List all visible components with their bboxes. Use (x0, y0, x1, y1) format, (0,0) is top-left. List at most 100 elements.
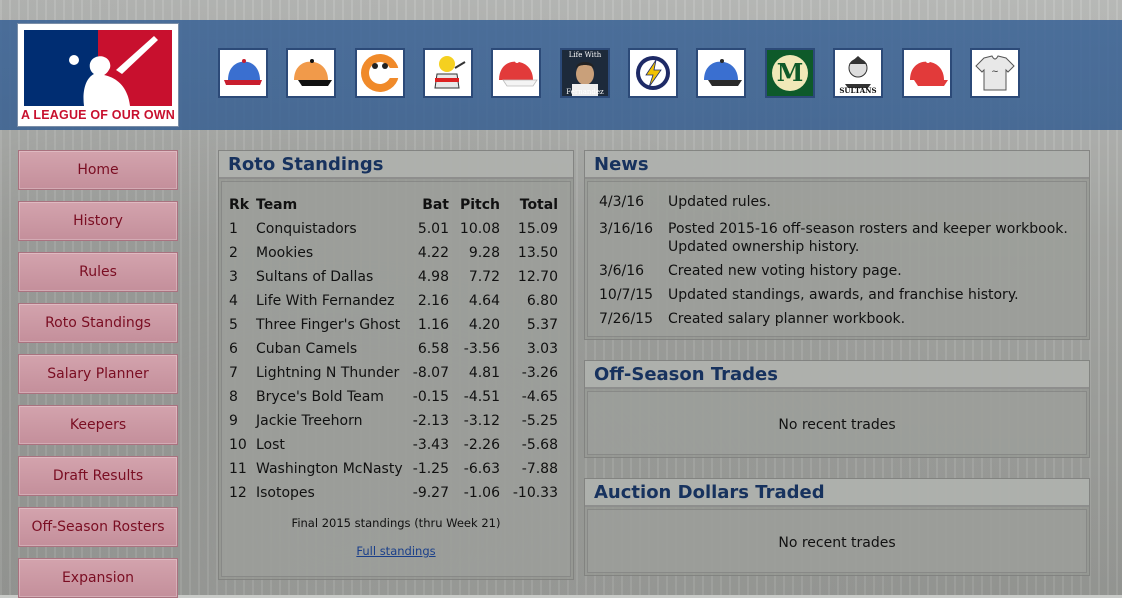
table-row: 8 Bryce's Bold Team -0.15 -4.51 -4.65 (229, 385, 558, 409)
off-season-trades-panel: Off-Season Trades No recent trades (584, 360, 1090, 458)
cell-rk: 10 (229, 437, 247, 453)
cell-total: 15.09 (517, 221, 558, 237)
batter-silhouette-icon (24, 30, 172, 106)
standings-header-row: Rk Team Bat Pitch Total (229, 193, 558, 217)
cell-total: 5.37 (526, 317, 558, 333)
sidebar-item-salary-planner[interactable]: Salary Planner (18, 354, 178, 394)
league-logo[interactable]: A LEAGUE OF OUR OWN (17, 23, 179, 127)
life-with-fernandez-photo[interactable]: Life With Fernandez (560, 48, 610, 98)
logo-text: A LEAGUE OF OUR OWN (20, 108, 176, 122)
cell-pitch: -4.51 (463, 389, 500, 405)
off-season-trades-title: Off-Season Trades (585, 361, 1089, 389)
photo-caption-bottom: Fernandez (566, 88, 604, 96)
table-row: 6 Cuban Camels 6.58 -3.56 3.03 (229, 337, 558, 361)
cell-pitch: -1.06 (463, 485, 500, 501)
cell-bat: -0.15 (412, 389, 449, 405)
cell-total: -7.88 (521, 461, 558, 477)
lightning-logo-icon[interactable] (628, 48, 678, 98)
cell-team: Washington McNasty (256, 461, 403, 477)
red-cap-icon[interactable] (902, 48, 952, 98)
cell-bat: 4.22 (417, 245, 449, 261)
cell-bat: 4.98 (417, 269, 449, 285)
full-standings-link[interactable]: Full standings (219, 544, 573, 558)
auction-dollars-panel: Auction Dollars Traded No recent trades (584, 478, 1090, 576)
list-item: 3/6/16 Created new voting history page. (599, 256, 1078, 280)
cell-total: 3.03 (526, 341, 558, 357)
col-header-bat: Bat (422, 197, 449, 213)
col-header-pitch: Pitch (459, 197, 500, 213)
cell-rk: 8 (229, 389, 238, 405)
sultans-logo-icon[interactable]: SULTANS (833, 48, 883, 98)
sidebar-item-draft-results[interactable]: Draft Results (18, 456, 178, 496)
cell-rk: 2 (229, 245, 238, 261)
cell-rk: 4 (229, 293, 238, 309)
table-row: 10 Lost -3.43 -2.26 -5.68 (229, 433, 558, 457)
cell-bat: -9.27 (412, 485, 449, 501)
red-cap-icon[interactable] (491, 48, 541, 98)
cell-pitch: -6.63 (463, 461, 500, 477)
cell-total: -3.26 (521, 365, 558, 381)
list-item: 3/16/16 Posted 2015-16 off-season rosters… (599, 217, 1078, 256)
table-row: 9 Jackie Treehorn -2.13 -3.12 -5.25 (229, 409, 558, 433)
photo-caption-top: Life With (568, 51, 602, 59)
table-row: 2 Mookies 4.22 9.28 13.50 (229, 241, 558, 265)
cell-bat: 6.58 (417, 341, 449, 357)
sidebar-item-history[interactable]: History (18, 201, 178, 241)
cell-team: Jackie Treehorn (256, 413, 363, 429)
cell-team: Three Finger's Ghost (256, 317, 401, 333)
cartoon-mascot-icon[interactable] (423, 48, 473, 98)
orange-cap-icon[interactable] (286, 48, 336, 98)
sidebar-item-expansion[interactable]: Expansion (18, 558, 178, 598)
cell-team: Life With Fernandez (256, 293, 395, 309)
cell-team: Lightning N Thunder (256, 365, 400, 381)
cell-rk: 5 (229, 317, 238, 333)
sidebar-item-off-season-rosters[interactable]: Off-Season Rosters (18, 507, 178, 547)
sidebar-item-rules[interactable]: Rules (18, 252, 178, 292)
standings-panel: Roto Standings Rk Team Bat Pitch Total 1… (218, 150, 574, 580)
cell-pitch: 10.08 (459, 221, 500, 237)
cell-pitch: -3.12 (463, 413, 500, 429)
cell-total: 12.70 (517, 269, 558, 285)
standings-footnote: Final 2015 standings (thru Week 21) (291, 516, 501, 530)
cell-pitch: 7.72 (468, 269, 500, 285)
cell-rk: 6 (229, 341, 238, 357)
svg-text:~: ~ (991, 67, 999, 77)
svg-text:M: M (777, 58, 804, 87)
cell-total: -5.25 (521, 413, 558, 429)
news-date: 7/26/15 (599, 311, 653, 327)
cell-bat: 1.16 (417, 317, 449, 333)
news-text: Created new voting history page. (668, 263, 902, 279)
news-panel: News 4/3/16 Updated rules. 3/16/16 Posted … (584, 150, 1090, 340)
table-row: 12 Isotopes -9.27 -1.06 -10.33 (229, 481, 558, 505)
cell-total: 6.80 (526, 293, 558, 309)
cell-total: -4.65 (521, 389, 558, 405)
sidebar-item-roto-standings[interactable]: Roto Standings (18, 303, 178, 343)
news-text: Updated rules. (668, 194, 771, 210)
standings-table: Rk Team Bat Pitch Total 1 Conquistadors 5.… (229, 193, 558, 505)
table-row: 5 Three Finger's Ghost 1.16 4.20 5.37 (229, 313, 558, 337)
camel-logo-icon[interactable] (355, 48, 405, 98)
blue-cap-icon[interactable] (218, 48, 268, 98)
auction-dollars-title: Auction Dollars Traded (585, 479, 1089, 507)
sidebar-item-keepers[interactable]: Keepers (18, 405, 178, 445)
cell-rk: 11 (229, 461, 247, 477)
col-header-rk: Rk (229, 197, 250, 213)
cell-team: Cuban Camels (256, 341, 358, 357)
cell-bat: -3.43 (412, 437, 449, 453)
col-header-total: Total (519, 197, 558, 213)
list-item: 7/26/15 Created salary planner workbook. (599, 304, 1078, 328)
cell-team: Mookies (256, 245, 314, 261)
cell-pitch: 9.28 (468, 245, 500, 261)
list-item: 4/3/16 Updated rules. (599, 193, 1078, 217)
cell-rk: 7 (229, 365, 238, 381)
sidebar-item-home[interactable]: Home (18, 150, 178, 190)
news-title: News (585, 151, 1089, 179)
cell-total: -5.68 (521, 437, 558, 453)
blue-cap-icon[interactable] (696, 48, 746, 98)
cell-bat: 5.01 (417, 221, 449, 237)
jersey-icon[interactable]: ~ (970, 48, 1020, 98)
col-header-team: Team (256, 197, 298, 213)
table-row: 4 Life With Fernandez 2.16 4.64 6.80 (229, 289, 558, 313)
green-m-logo-icon[interactable]: M (765, 48, 815, 98)
cell-total: 13.50 (517, 245, 558, 261)
